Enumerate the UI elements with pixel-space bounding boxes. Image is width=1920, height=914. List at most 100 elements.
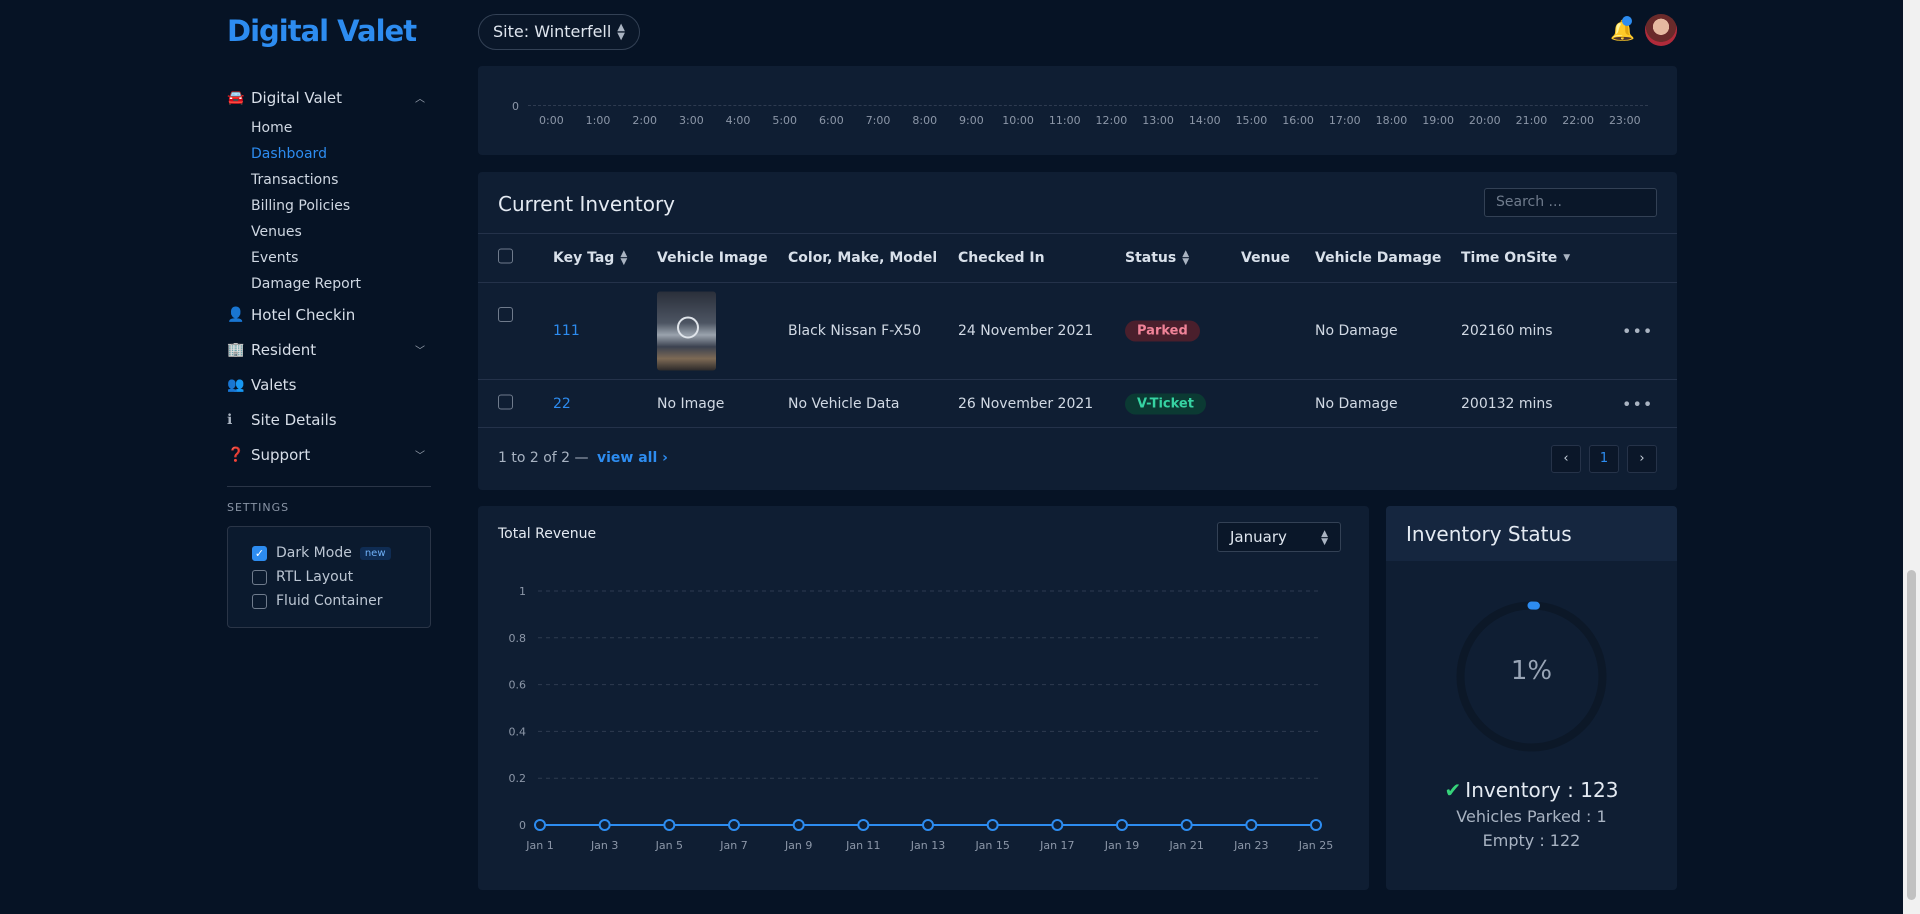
y-tick-label: 0 [512,100,519,113]
data-point [1310,819,1322,831]
x-tick-label: Jan 9 [784,839,812,852]
sidebar-item-support[interactable]: ❓ Support ﹀ [227,437,431,472]
sort-icon: ▲ ▼ [1182,249,1190,267]
x-tick-label: 7:00 [865,114,891,127]
column-time-onsite[interactable]: Time OnSite ▼ [1461,250,1570,266]
vehicle-damage: No Damage [1315,395,1398,412]
row-checkbox[interactable] [498,307,513,326]
sidebar-item-home[interactable]: Home [251,115,431,141]
more-actions-icon[interactable]: ••• [1622,322,1653,341]
table-row[interactable]: 111 Black Nissan F-X50 24 November 2021 … [478,282,1677,379]
page-button[interactable]: 1 [1589,445,1619,473]
x-tick-label: Jan 15 [974,839,1009,852]
prev-page-button[interactable]: ‹ [1551,445,1581,473]
checkbox-checked-icon[interactable]: ✓ [252,545,267,561]
x-tick-label: Jan 23 [1233,839,1268,852]
inventory-title: Current Inventory [498,192,676,216]
sidebar-submenu: Home Dashboard Transactions Billing Poli… [227,115,431,297]
data-point [663,819,676,831]
x-tick-label: 2:00 [632,114,658,127]
sidebar-item-valets[interactable]: 👥 Valets [227,367,431,402]
checked-in-date: 24 November 2021 [958,323,1094,339]
inventory-status-title: Inventory Status [1386,506,1677,561]
avatar[interactable] [1645,14,1677,46]
x-tick-label: Jan 5 [655,839,683,852]
month-select[interactable]: January ▲ ▼ [1217,522,1341,552]
x-tick-label: Jan 3 [590,839,618,852]
page-scrollbar[interactable] [1903,0,1920,914]
sidebar-item-label: Valets [251,375,297,394]
x-tick-label: 0:00 [538,114,564,127]
column-venue: Venue [1241,250,1290,266]
vehicle-description: No Vehicle Data [788,395,900,412]
column-key-tag[interactable]: Key Tag ▲ ▼ [553,250,627,267]
checkbox-icon[interactable] [252,569,267,585]
chevron-up-icon: ︿ [415,94,425,105]
rtl-layout-toggle[interactable]: RTL Layout [252,565,406,589]
fluid-container-toggle[interactable]: Fluid Container [252,589,406,613]
key-tag-link[interactable]: 111 [553,323,580,339]
data-point [1051,819,1064,831]
sidebar-item-billing-policies[interactable]: Billing Policies [251,193,431,219]
sidebar-item-events[interactable]: Events [251,245,431,271]
settings-title: SETTINGS [227,486,431,514]
search-input[interactable]: Search ... [1484,188,1657,217]
sidebar-item-hotel-checkin[interactable]: 👤 Hotel Checkin [227,297,431,332]
site-select-label: Site: Winterfell [493,22,612,41]
x-tick-label: 3:00 [679,114,704,127]
chart-baseline [528,105,1648,106]
x-tick-label: 22:00 [1562,114,1594,127]
x-tick-label: Jan 1 [525,839,553,852]
vehicle-image[interactable] [657,291,716,371]
x-tick-label: 16:00 [1282,114,1314,127]
sidebar-item-damage-report[interactable]: Damage Report [251,271,431,297]
sidebar-item-resident[interactable]: 🏢 Resident ﹀ [227,332,431,367]
data-point [986,819,999,831]
sidebar-item-digital-valet[interactable]: 🚘 Digital Valet ︿ [227,80,431,115]
scrollbar-thumb[interactable] [1907,570,1916,900]
x-tick-label: 4:00 [725,114,751,127]
question-circle-icon: ❓ [227,446,245,463]
column-status[interactable]: Status ▲ ▼ [1125,249,1190,267]
inventory-count: ✔ Inventory : 123 [1444,778,1619,802]
hourly-chart-card: 0 0:00 1:00 2:00 3:00 4:00 5:00 6:00 7:00 8:00 9:… [478,66,1677,155]
sidebar-item-transactions[interactable]: Transactions [251,167,431,193]
sidebar-item-label: Digital Valet [251,88,342,107]
sidebar-item-venues[interactable]: Venues [251,219,431,245]
site-select[interactable]: Site: Winterfell ▲ ▼ [478,14,640,50]
x-axis-hours: 0:00 1:00 2:00 3:00 4:00 5:00 6:00 7:00 8:00 9:00… [528,114,1648,127]
x-tick-label: 6:00 [819,114,844,127]
fluid-container-label: Fluid Container [276,593,383,609]
data-point [792,819,805,831]
select-all-checkbox[interactable] [498,248,513,268]
sidebar-item-dashboard[interactable]: Dashboard [251,141,431,167]
user-check-icon: 👤 [227,306,245,323]
sidebar-item-site-details[interactable]: ℹ Site Details [227,402,431,437]
checkbox-icon[interactable] [252,593,267,609]
rtl-layout-label: RTL Layout [276,569,354,585]
month-select-label: January [1230,528,1287,546]
x-tick-label: Jan 17 [1039,839,1074,852]
x-tick-label: 9:00 [959,114,984,127]
current-inventory-card: Current Inventory Search ... Key Tag ▲ ▼ V… [478,172,1677,490]
x-tick-label: Jan 19 [1104,839,1139,852]
sidebar-item-label: Site Details [251,410,337,429]
brand-logo[interactable]: Digital Valet [227,14,417,48]
next-page-button[interactable]: › [1627,445,1657,473]
chevron-down-icon: ﹀ [415,451,425,462]
dark-mode-toggle[interactable]: ✓ Dark Mode new [252,541,406,565]
x-tick-label: 15:00 [1235,114,1268,127]
row-checkbox[interactable] [498,394,513,413]
x-tick-label: 19:00 [1422,114,1454,127]
table-row[interactable]: 22 No Image No Vehicle Data 26 November … [478,379,1677,428]
view-all-link[interactable]: view all › [597,450,668,466]
key-tag-link[interactable]: 22 [553,396,571,412]
x-tick-label: 8:00 [912,114,938,127]
x-tick-label: 11:00 [1048,114,1081,127]
pagination-info: 1 to 2 of 2 — view all › [498,450,668,466]
y-tick-label: 1 [519,585,526,598]
ring-percent-label: 1% [1510,656,1553,686]
vehicles-parked: Vehicles Parked : 1 [1456,807,1607,826]
more-actions-icon[interactable]: ••• [1622,394,1653,413]
data-point [1116,819,1128,831]
